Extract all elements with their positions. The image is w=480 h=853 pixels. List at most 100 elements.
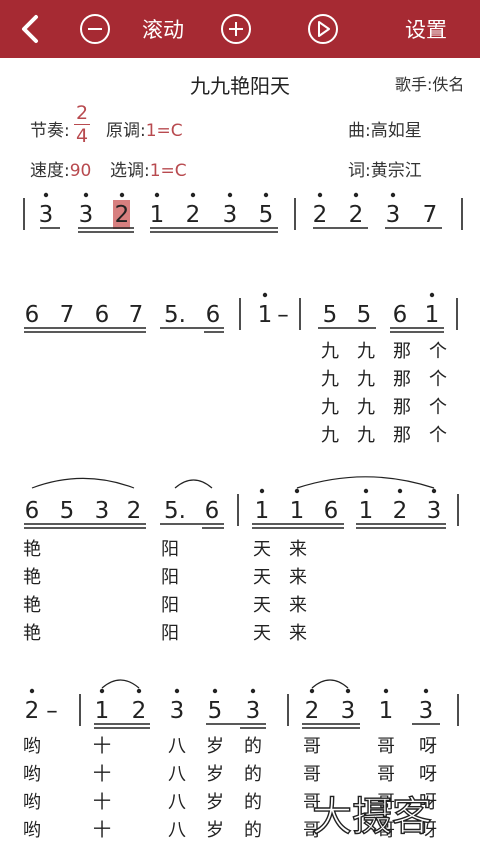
lyric-char: 阳 xyxy=(161,595,179,616)
lyric-char: 的 xyxy=(244,792,262,813)
note[interactable]: 1 xyxy=(290,498,305,524)
note[interactable]: 3 xyxy=(246,698,261,724)
note[interactable]: 6 xyxy=(324,498,339,524)
lyric-char: 天 xyxy=(253,623,271,644)
lyric-char: 哥 xyxy=(377,764,395,785)
high-octave-dot xyxy=(119,192,125,198)
lyric-char: 九 xyxy=(357,425,375,446)
lyric-char: 岁 xyxy=(206,764,224,785)
note[interactable]: 6 xyxy=(206,302,221,328)
note[interactable]: 2 xyxy=(25,698,40,724)
note[interactable]: 5 xyxy=(208,698,223,724)
watermark-logo: 大摄客 xyxy=(312,794,432,840)
note[interactable]: 7 xyxy=(60,302,75,328)
note[interactable]: 2 xyxy=(132,698,147,724)
note[interactable]: 7 xyxy=(129,302,144,328)
numbered-score: 3 3 2 1 2 3 5 2 2 3 76 7 6 7 5. 6 1–5 5 6 1九九那个九九那个九九那个九九那个… xyxy=(23,192,463,841)
note[interactable]: 1 xyxy=(255,498,270,524)
note[interactable]: 5 xyxy=(259,202,274,228)
note[interactable]: 1 xyxy=(258,302,273,328)
note[interactable]: 3 xyxy=(386,202,401,228)
high-octave-dot xyxy=(397,488,403,494)
lyric-char: 八 xyxy=(168,820,186,841)
note[interactable]: 1 xyxy=(379,698,394,724)
high-octave-dot xyxy=(174,688,180,694)
note[interactable]: 3 xyxy=(419,698,434,724)
lyric-char: 艳 xyxy=(23,595,41,616)
lyric-char: 八 xyxy=(168,764,186,785)
lyric-char: 哟 xyxy=(23,820,41,841)
note[interactable]: 3 xyxy=(95,498,110,524)
note[interactable]: 3 xyxy=(341,698,356,724)
high-octave-dot xyxy=(212,688,218,694)
lyric-char: 十 xyxy=(93,820,111,841)
lyric-char: 个 xyxy=(429,341,447,362)
note[interactable]: 2 xyxy=(186,202,201,228)
high-octave-dot xyxy=(262,292,268,298)
slur-arc xyxy=(311,679,349,689)
high-octave-dot xyxy=(309,688,315,694)
high-octave-dot xyxy=(263,192,269,198)
lyric-char: 艳 xyxy=(23,567,41,588)
high-octave-dot xyxy=(317,192,323,198)
note[interactable]: 3 xyxy=(427,498,442,524)
lyric-char: 十 xyxy=(93,792,111,813)
note[interactable]: 2 xyxy=(313,202,328,228)
high-octave-dot xyxy=(154,192,160,198)
lyric-char: 岁 xyxy=(206,792,224,813)
note[interactable]: 5 xyxy=(323,302,338,328)
lyric-char: 八 xyxy=(168,792,186,813)
high-octave-dot xyxy=(250,688,256,694)
note[interactable]: 7 xyxy=(423,202,438,228)
lyric-char: 天 xyxy=(253,595,271,616)
note[interactable]: 2 xyxy=(127,498,142,524)
note[interactable]: 6 xyxy=(25,498,40,524)
high-octave-dot xyxy=(423,688,429,694)
high-octave-dot xyxy=(345,688,351,694)
lyric-char: 呀 xyxy=(419,764,437,785)
slur-arc xyxy=(31,477,135,489)
lyric-char: 九 xyxy=(321,425,339,446)
note[interactable]: – xyxy=(277,302,289,328)
note[interactable]: 3 xyxy=(79,202,94,228)
lyric-char: 来 xyxy=(289,539,307,560)
note[interactable]: 6 xyxy=(393,302,408,328)
lyric-char: 岁 xyxy=(206,736,224,757)
note[interactable]: 2 xyxy=(115,202,130,228)
high-octave-dot xyxy=(353,192,359,198)
high-octave-dot xyxy=(429,292,435,298)
note[interactable]: 2 xyxy=(305,698,320,724)
note[interactable]: 1 xyxy=(150,202,165,228)
note[interactable]: – xyxy=(46,698,58,724)
lyric-char: 那 xyxy=(393,369,411,390)
high-octave-dot xyxy=(431,488,437,494)
note[interactable]: 3 xyxy=(39,202,54,228)
high-octave-dot xyxy=(383,688,389,694)
note[interactable]: 5 xyxy=(357,302,372,328)
note[interactable]: 5. xyxy=(164,498,186,524)
lyric-char: 八 xyxy=(168,736,186,757)
note[interactable]: 5 xyxy=(60,498,75,524)
lyric-char: 艳 xyxy=(23,623,41,644)
slur-arc xyxy=(296,476,435,489)
lyric-char: 来 xyxy=(289,567,307,588)
note[interactable]: 2 xyxy=(393,498,408,524)
lyric-char: 呀 xyxy=(419,736,437,757)
note[interactable]: 6 xyxy=(95,302,110,328)
note[interactable]: 6 xyxy=(205,498,220,524)
note[interactable]: 2 xyxy=(349,202,364,228)
note[interactable]: 1 xyxy=(95,698,110,724)
note[interactable]: 5. xyxy=(164,302,186,328)
high-octave-dot xyxy=(99,688,105,694)
lyric-char: 个 xyxy=(429,369,447,390)
lyric-char: 来 xyxy=(289,623,307,644)
note[interactable]: 3 xyxy=(170,698,185,724)
lyric-char: 个 xyxy=(429,397,447,418)
note[interactable]: 3 xyxy=(223,202,238,228)
lyric-char: 哥 xyxy=(303,736,321,757)
lyric-char: 那 xyxy=(393,341,411,362)
lyric-char: 那 xyxy=(393,425,411,446)
note[interactable]: 1 xyxy=(425,302,440,328)
note[interactable]: 1 xyxy=(359,498,374,524)
note[interactable]: 6 xyxy=(25,302,40,328)
